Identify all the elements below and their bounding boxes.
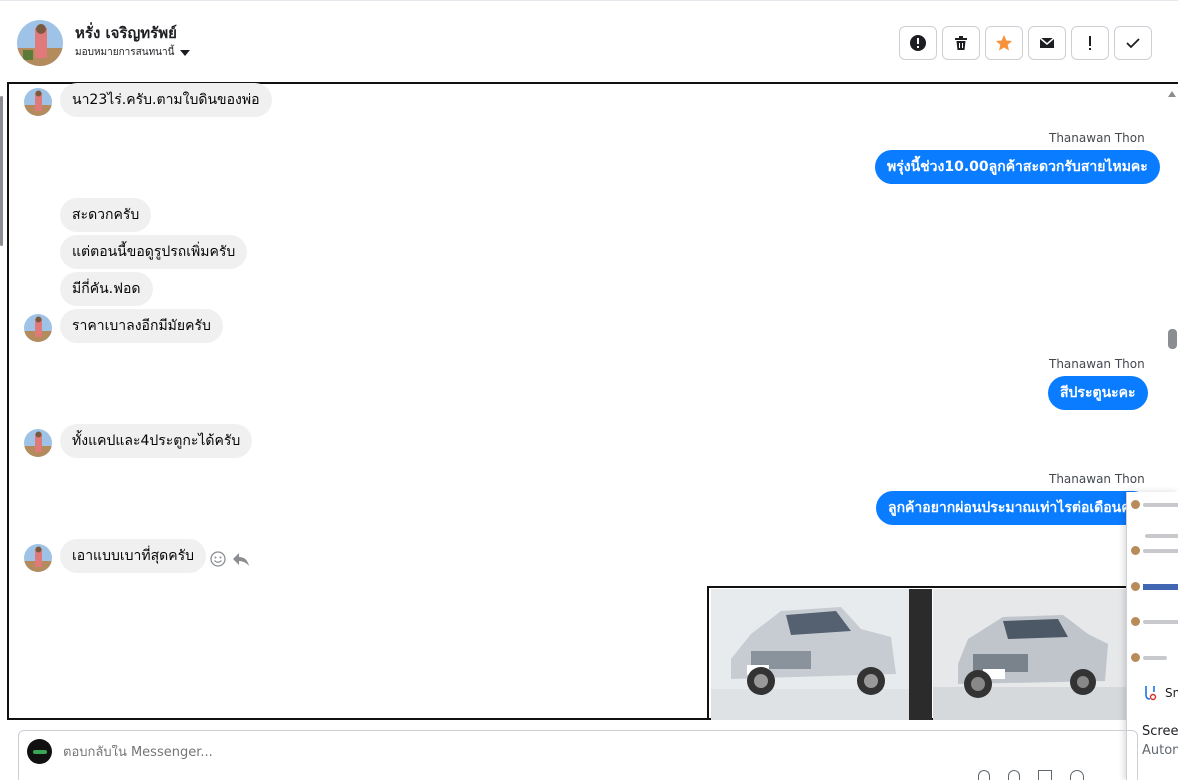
- image-icon[interactable]: [1038, 770, 1052, 780]
- conversation-toolbar: [899, 26, 1152, 60]
- outgoing-message[interactable]: ลูกค้าอยากผ่อนประมาณเท่าไรต่อเดือนคะ: [876, 491, 1151, 525]
- sender-name: Thanawan Thon: [1049, 131, 1145, 145]
- auto-label: Auton: [1142, 743, 1178, 758]
- envelope-icon: [1039, 37, 1055, 48]
- sender-name: Thanawan Thon: [1049, 357, 1145, 371]
- preview-row: [1131, 534, 1178, 538]
- reply-composer: [18, 730, 1138, 780]
- mark-unread-button[interactable]: [1028, 26, 1066, 60]
- preview-row: [1131, 653, 1167, 662]
- message-actions: [210, 551, 250, 567]
- snipping-tool-icon: [1145, 686, 1157, 701]
- preview-avatar: [1131, 546, 1140, 555]
- incoming-message[interactable]: นา23ไร่.ครับ.ตามใบดินของพ่อ: [60, 83, 272, 117]
- preview-avatar: [1131, 617, 1140, 626]
- assign-label: มอบหมายการสนทนานี้: [75, 47, 175, 58]
- contact-avatar[interactable]: [17, 20, 63, 66]
- incoming-message[interactable]: แต่ตอนนี้ขอดูรูปรถเพิ่มครับ: [60, 235, 248, 269]
- delete-button[interactable]: [942, 26, 980, 60]
- preview-row: [1131, 500, 1178, 509]
- contact-avatar-small: [24, 314, 52, 342]
- left-scrollbar[interactable]: [0, 96, 3, 246]
- contact-avatar-small: [24, 88, 52, 116]
- report-spam-button[interactable]: [899, 26, 937, 60]
- preview-row: [1131, 617, 1178, 626]
- alert-circle-icon: [910, 35, 926, 51]
- assign-conversation-dropdown[interactable]: มอบหมายการสนทนานี้: [75, 45, 191, 60]
- check-icon: [1126, 38, 1140, 49]
- star-icon: [996, 35, 1012, 51]
- page-avatar: [27, 739, 52, 764]
- conversation-header: หรั่ง เจริญทรัพย์ มอบหมายการสนทนานี้: [0, 0, 1178, 82]
- preview-text-line: [1143, 655, 1167, 660]
- composer-tools: [978, 770, 1084, 780]
- thread-scrollbar-thumb[interactable]: [1168, 329, 1177, 349]
- incoming-message[interactable]: เอาแบบเบาที่สุดครับ: [60, 539, 207, 573]
- emoji-react-icon[interactable]: [210, 551, 226, 567]
- exclamation-icon: [1089, 36, 1091, 50]
- preview-text-line: [1143, 502, 1178, 507]
- preview-row: [1131, 546, 1178, 555]
- inbox-conversation-view: หรั่ง เจริญทรัพย์ มอบหมายการสนทนานี้ นา2…: [0, 0, 1178, 780]
- reply-icon[interactable]: [232, 551, 250, 567]
- contact-avatar-small: [24, 429, 52, 457]
- preview-avatar: [1131, 653, 1140, 662]
- contact-avatar-small: [24, 544, 52, 572]
- preview-text-line: [1145, 534, 1178, 538]
- photo-divider: [909, 589, 932, 720]
- preview-avatar: [1131, 500, 1140, 509]
- car-photo-2[interactable]: [933, 589, 1132, 720]
- incoming-message[interactable]: ราคาเบาลงอีกมีมัยครับ: [60, 309, 223, 343]
- preview-avatar: [1131, 582, 1140, 591]
- car-photo-1[interactable]: [711, 589, 910, 720]
- incoming-message[interactable]: มีกี่คัน.ฟอด: [60, 272, 153, 306]
- trash-icon: [955, 36, 967, 50]
- screenshot-label: Screer: [1142, 724, 1178, 739]
- preview-highlight: [1143, 583, 1178, 590]
- sender-name: Thanawan Thon: [1049, 472, 1145, 486]
- outgoing-message[interactable]: พรุ่งนี้ช่วง10.00ลูกค้าสะดวกรับสายไหมคะ: [875, 150, 1160, 184]
- preview-row: [1131, 582, 1178, 591]
- incoming-message[interactable]: สะดวกครับ: [60, 198, 152, 232]
- mark-done-button[interactable]: [1114, 26, 1152, 60]
- preview-text-line: [1143, 619, 1178, 624]
- reply-input[interactable]: [63, 745, 663, 760]
- star-button[interactable]: [985, 26, 1023, 60]
- contact-name[interactable]: หรั่ง เจริญทรัพย์: [75, 21, 177, 45]
- assign-person-icon[interactable]: [978, 770, 990, 780]
- caret-down-icon: [180, 49, 191, 56]
- attachment-icon[interactable]: [1008, 770, 1020, 780]
- mark-important-button[interactable]: [1071, 26, 1109, 60]
- emoji-icon[interactable]: [1070, 770, 1084, 780]
- incoming-message[interactable]: ทั้งแคปและ4ประตูกะได้ครับ: [60, 424, 253, 458]
- preview-text-line: [1143, 548, 1178, 553]
- outgoing-message[interactable]: สีประตูนะคะ: [1048, 376, 1148, 410]
- scroll-up-arrow-icon[interactable]: [1168, 91, 1176, 97]
- snip-label: Sn: [1165, 686, 1178, 700]
